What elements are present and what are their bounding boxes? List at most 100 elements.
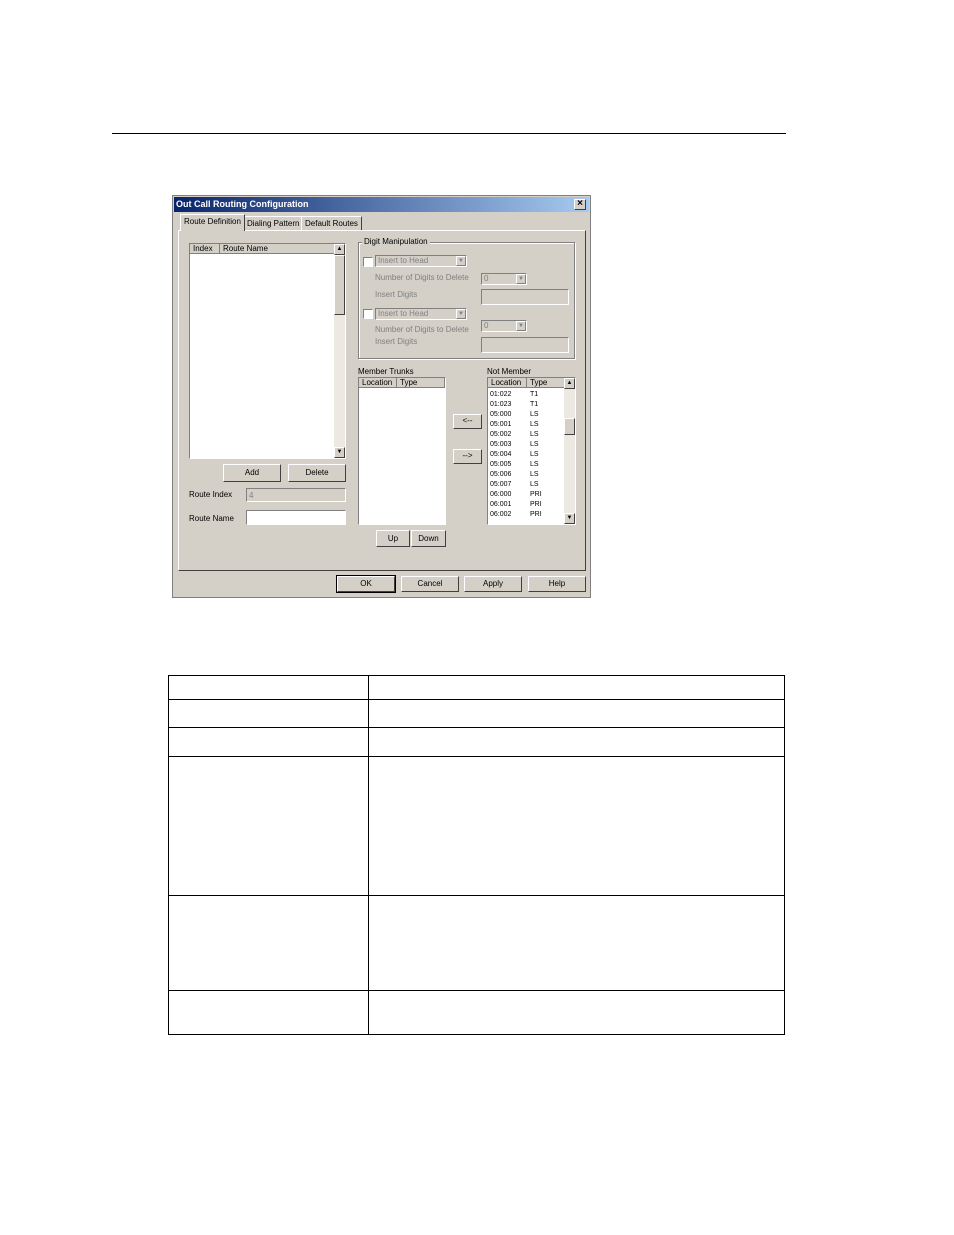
tab-route-definition[interactable]: Route Definition [180,214,245,231]
route-index-label: Route Index [189,490,233,499]
not-member-list[interactable]: Location Type 01:022 T1 01:023 T1 05:000 LS 05… [487,377,576,525]
field-description-table [168,675,785,1035]
delete-button[interactable]: Delete [288,464,346,482]
list-item-type: LS [530,431,539,438]
header-rule [112,133,786,134]
ok-button[interactable]: OK [336,575,396,593]
route-index-field: 4 [246,488,346,502]
list-item-location: 05:000 [490,411,512,418]
digit-block-1-mode-select[interactable]: Insert to Head ▼ [375,255,467,267]
route-list[interactable]: Index Route Name ▲ ▼ [189,243,346,459]
list-item-type: T1 [530,401,539,408]
list-item-location: 05:003 [490,441,512,448]
digit-block-2-mode-value: Insert to Head [378,309,429,318]
scroll-thumb[interactable] [334,255,345,315]
digit-block-2-checkbox[interactable] [363,309,373,319]
list-item-location: 05:007 [490,481,512,488]
digits-to-delete-value-2: 0 [484,321,489,330]
scroll-down-icon[interactable]: ▼ [334,447,345,458]
tab-default-routes[interactable]: Default Routes [301,216,362,230]
digits-to-delete-label-2: Number of Digits to Delete [375,325,469,334]
column-header-index[interactable]: Index [190,244,220,254]
list-item-location: 06:000 [490,491,512,498]
tab-dialing-pattern[interactable]: Dialing Pattern [243,216,304,230]
move-to-member-button[interactable]: <-- [453,414,482,429]
list-item-type: LS [530,461,539,468]
digits-to-delete-select-1: 0 ▼ [481,273,527,285]
add-button[interactable]: Add [223,464,281,482]
list-item-type: LS [530,471,539,478]
list-item-location: 05:004 [490,451,512,458]
close-icon: × [577,198,583,209]
scroll-down-icon[interactable]: ▼ [564,513,575,524]
table-cell [168,990,369,1035]
table-cell [168,699,369,728]
list-item-type: LS [530,441,539,448]
digits-to-delete-value-1: 0 [484,274,489,283]
list-item-type: LS [530,451,539,458]
digits-to-delete-select-2: 0 ▼ [481,320,527,332]
chevron-down-icon: ▼ [456,309,466,319]
list-item-type: LS [530,481,539,488]
list-item-location: 05:005 [490,461,512,468]
list-item-location: 05:001 [490,421,512,428]
column-header-type[interactable]: Type [527,378,565,388]
chevron-down-icon: ▼ [516,321,526,331]
member-trunks-list[interactable]: Location Type [358,377,446,525]
table-cell [368,675,785,700]
cancel-button[interactable]: Cancel [401,576,459,592]
column-header-type[interactable]: Type [397,378,445,388]
route-list-scrollbar[interactable]: ▲ ▼ [334,244,345,458]
digit-block-1-mode-value: Insert to Head [378,256,429,265]
insert-digits-label-2: Insert Digits [375,337,418,346]
insert-digits-field-1 [481,289,569,305]
scroll-thumb[interactable] [564,418,575,435]
table-cell [368,990,785,1035]
table-cell [168,727,369,757]
column-header-route-name[interactable]: Route Name [220,244,335,254]
list-item-location: 06:001 [490,501,512,508]
list-item-location: 01:023 [490,401,512,408]
list-item-type: LS [530,421,539,428]
table-cell [368,727,785,757]
table-cell [368,699,785,728]
list-item-location: 06:002 [490,511,512,518]
list-item-type: LS [530,411,539,418]
help-button[interactable]: Help [528,576,586,592]
out-call-routing-dialog: Out Call Routing Configuration × Route D… [172,195,591,598]
table-cell [368,895,785,991]
list-item-type: PRI [530,511,542,518]
table-cell [168,756,369,896]
table-cell [168,895,369,991]
member-trunks-label: Member Trunks [358,367,414,376]
title-bar: Out Call Routing Configuration × [174,197,589,212]
move-to-not-member-button[interactable]: --> [453,449,482,464]
up-button[interactable]: Up [376,530,410,547]
list-item-type: PRI [530,491,542,498]
list-item-location: 01:022 [490,391,512,398]
scroll-up-icon[interactable]: ▲ [334,244,345,255]
route-name-input[interactable] [246,510,346,525]
chevron-down-icon: ▼ [516,274,526,284]
column-header-location[interactable]: Location [359,378,397,388]
chevron-down-icon: ▼ [456,256,466,266]
list-item-type: PRI [530,501,542,508]
digits-to-delete-label-1: Number of Digits to Delete [375,273,469,282]
table-cell [168,675,369,700]
scroll-up-icon[interactable]: ▲ [564,378,575,389]
list-item-location: 05:002 [490,431,512,438]
table-cell [368,756,785,896]
digit-manipulation-title: Digit Manipulation [362,237,430,246]
close-button[interactable]: × [574,199,586,210]
insert-digits-field-2 [481,337,569,353]
insert-digits-label-1: Insert Digits [375,290,418,299]
not-member-label: Not Member [487,367,532,376]
digit-block-2-mode-select[interactable]: Insert to Head ▼ [375,308,467,320]
digit-block-1-checkbox[interactable] [363,257,373,267]
not-member-scrollbar[interactable]: ▲ ▼ [564,378,575,524]
apply-button[interactable]: Apply [464,576,522,592]
list-item-type: T1 [530,391,539,398]
column-header-location[interactable]: Location [488,378,527,388]
down-button[interactable]: Down [411,530,446,547]
dialog-title: Out Call Routing Configuration [176,199,309,209]
